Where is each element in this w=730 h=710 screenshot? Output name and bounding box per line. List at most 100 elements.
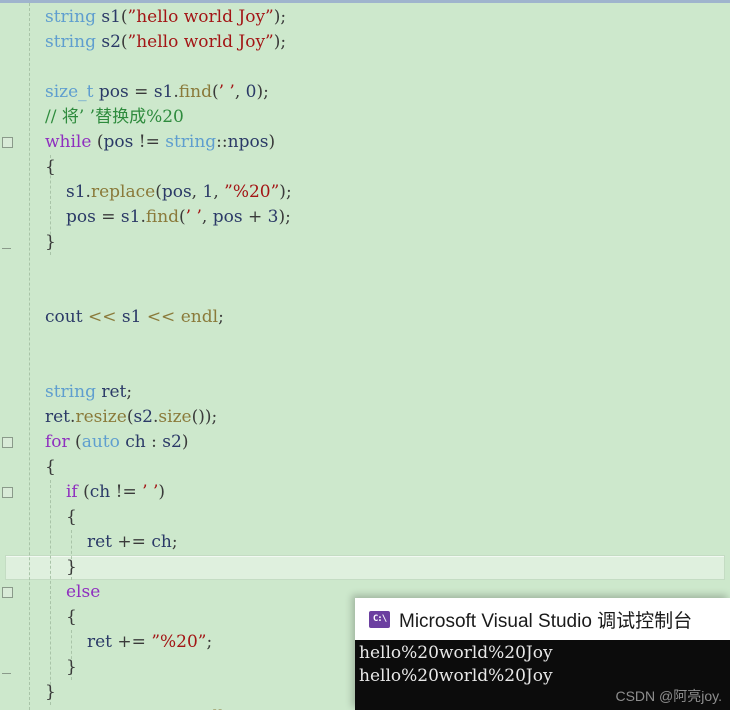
code-token: ( bbox=[120, 32, 128, 52]
code-token: ; bbox=[171, 532, 178, 552]
code-line[interactable] bbox=[0, 280, 730, 305]
code-token: ”hello world Joy” bbox=[127, 7, 274, 27]
code-token: string bbox=[45, 7, 96, 27]
code-token: find bbox=[145, 207, 180, 227]
code-line-text: string ret; bbox=[0, 380, 132, 405]
code-line[interactable] bbox=[0, 355, 730, 380]
code-line[interactable]: string ret; bbox=[0, 380, 730, 405]
code-token: ch bbox=[151, 532, 172, 552]
code-token: { bbox=[45, 457, 56, 477]
code-token: ; bbox=[280, 7, 287, 27]
code-line[interactable]: s1.replace(pos, 1, ”%20”); bbox=[0, 180, 730, 205]
code-line[interactable]: { bbox=[0, 505, 730, 530]
code-line-text: } bbox=[0, 230, 56, 255]
code-token: += bbox=[112, 532, 152, 552]
code-token: ch bbox=[125, 432, 146, 452]
code-token: s1 bbox=[101, 7, 121, 27]
console-output-line: hello%20world%20Joy bbox=[359, 643, 553, 663]
code-line-text: s1.replace(pos, 1, ”%20”); bbox=[0, 180, 292, 205]
code-token: find bbox=[178, 82, 212, 102]
code-line[interactable]: } bbox=[0, 230, 730, 255]
code-token: pos bbox=[212, 207, 243, 227]
code-line-text: // 将’ ’替换成%20 bbox=[0, 105, 184, 130]
code-line[interactable] bbox=[0, 55, 730, 80]
code-token: } bbox=[66, 657, 77, 677]
debug-console-window[interactable]: C:\ Microsoft Visual Studio 调试控制台 hello%… bbox=[355, 598, 730, 710]
code-line-text: } bbox=[0, 680, 56, 705]
code-line-text: cout << s1 << endl; bbox=[0, 305, 224, 330]
code-token: + bbox=[242, 207, 268, 227]
code-token: // 将’ ’替换成%20 bbox=[45, 107, 184, 127]
code-line-text: ret += ch; bbox=[0, 530, 178, 555]
code-line[interactable]: size_t pos = s1.find(’ ’, 0); bbox=[0, 80, 730, 105]
code-line[interactable]: string s1(”hello world Joy”); bbox=[0, 5, 730, 30]
code-token: ; bbox=[218, 307, 224, 327]
code-token: size_t bbox=[45, 82, 94, 102]
code-token: ; bbox=[211, 407, 218, 427]
code-token: , bbox=[234, 82, 246, 102]
code-token: ; bbox=[206, 632, 213, 652]
code-line[interactable]: { bbox=[0, 155, 730, 180]
code-token: ) bbox=[158, 482, 166, 502]
code-token: s1 bbox=[120, 207, 141, 227]
code-token: 3 bbox=[267, 207, 279, 227]
code-line-text: pos = s1.find(’ ’, pos + 3); bbox=[0, 205, 291, 230]
code-line[interactable]: pos = s1.find(’ ’, pos + 3); bbox=[0, 205, 730, 230]
code-token: += bbox=[112, 632, 152, 652]
code-token: ’ ’ bbox=[185, 207, 202, 227]
code-token: s2 bbox=[133, 407, 153, 427]
code-token: ’ ’ bbox=[218, 82, 235, 102]
code-line[interactable]: for (auto ch : s2) bbox=[0, 430, 730, 455]
code-token: () bbox=[191, 407, 205, 427]
code-line-text: string s2(”hello world Joy”); bbox=[0, 30, 286, 55]
code-token: string bbox=[45, 382, 96, 402]
code-token: s1 bbox=[153, 82, 174, 102]
code-token: = bbox=[95, 207, 121, 227]
code-line-text: { bbox=[0, 505, 77, 530]
code-line[interactable] bbox=[0, 255, 730, 280]
code-token: ; bbox=[280, 32, 287, 52]
code-token: ret bbox=[87, 532, 113, 552]
code-token: npos bbox=[227, 132, 269, 152]
code-token: s2 bbox=[162, 432, 182, 452]
code-line[interactable]: { bbox=[0, 455, 730, 480]
code-token: } bbox=[66, 557, 77, 577]
cmd-prompt-icon: C:\ bbox=[369, 610, 390, 628]
code-line[interactable]: } bbox=[0, 555, 730, 580]
console-output-area[interactable]: hello%20world%20Joy hello%20world%20Joy … bbox=[355, 640, 730, 710]
code-token: ret bbox=[101, 382, 127, 402]
code-line-text: while (pos != string::npos) bbox=[0, 130, 275, 155]
code-line[interactable]: cout << s1 << endl; bbox=[0, 305, 730, 330]
code-token: while bbox=[45, 132, 92, 152]
code-token: s2 bbox=[101, 32, 121, 52]
console-output-line: hello%20world%20Joy bbox=[359, 666, 553, 686]
code-token: replace bbox=[90, 182, 156, 202]
code-line-text: cout << ret << endl; bbox=[0, 705, 229, 710]
code-token: :: bbox=[216, 132, 228, 152]
code-token: << bbox=[146, 307, 176, 327]
code-token: ( bbox=[155, 182, 162, 202]
code-line[interactable]: if (ch != ’ ’) bbox=[0, 480, 730, 505]
visual-studio-window: string s1(”hello world Joy”); string s2(”… bbox=[0, 0, 730, 710]
code-token: ; bbox=[285, 182, 292, 202]
code-line[interactable]: ret += ch; bbox=[0, 530, 730, 555]
code-token: for bbox=[45, 432, 70, 452]
code-token: ; bbox=[126, 382, 133, 402]
code-line[interactable]: while (pos != string::npos) bbox=[0, 130, 730, 155]
code-line[interactable]: ret.resize(s2.size()); bbox=[0, 405, 730, 430]
code-line-text: string s1(”hello world Joy”); bbox=[0, 5, 286, 30]
code-token: cout bbox=[45, 307, 83, 327]
code-token: = bbox=[128, 82, 154, 102]
code-token: ( bbox=[179, 207, 186, 227]
code-token: ) bbox=[181, 432, 189, 452]
code-token: else bbox=[66, 582, 101, 602]
code-token: ; bbox=[285, 207, 291, 227]
code-token: pos bbox=[103, 132, 134, 152]
code-token: s1 bbox=[66, 182, 86, 202]
code-line[interactable]: string s2(”hello world Joy”); bbox=[0, 30, 730, 55]
code-line[interactable] bbox=[0, 330, 730, 355]
console-title-bar[interactable]: C:\ Microsoft Visual Studio 调试控制台 bbox=[355, 598, 730, 640]
code-token: != bbox=[133, 132, 166, 152]
code-line[interactable]: // 将’ ’替换成%20 bbox=[0, 105, 730, 130]
code-token: endl bbox=[180, 307, 219, 327]
